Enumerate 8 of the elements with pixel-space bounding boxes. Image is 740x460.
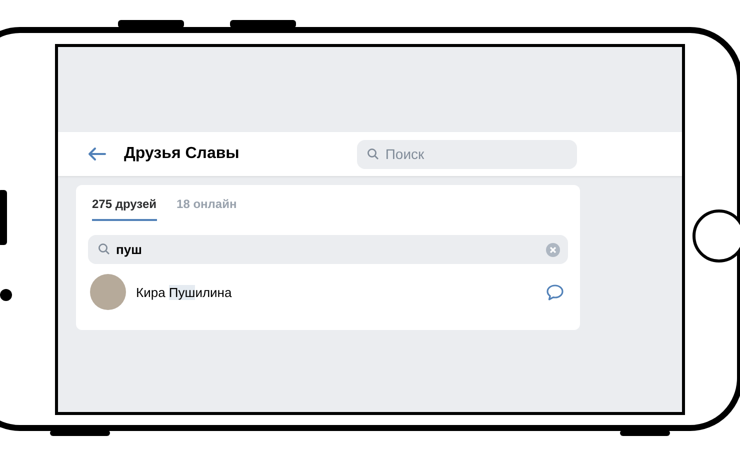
message-icon[interactable] — [546, 284, 564, 300]
page-title: Друзья Славы — [124, 145, 240, 163]
avatar[interactable] — [90, 274, 126, 310]
filter-field[interactable]: пуш — [88, 235, 568, 264]
back-arrow-icon[interactable] — [88, 147, 106, 161]
tab[interactable]: 275 друзей — [92, 185, 157, 221]
friend-name[interactable]: Кира Пушилина — [136, 284, 546, 300]
search-field[interactable]: Поиск — [357, 140, 578, 168]
